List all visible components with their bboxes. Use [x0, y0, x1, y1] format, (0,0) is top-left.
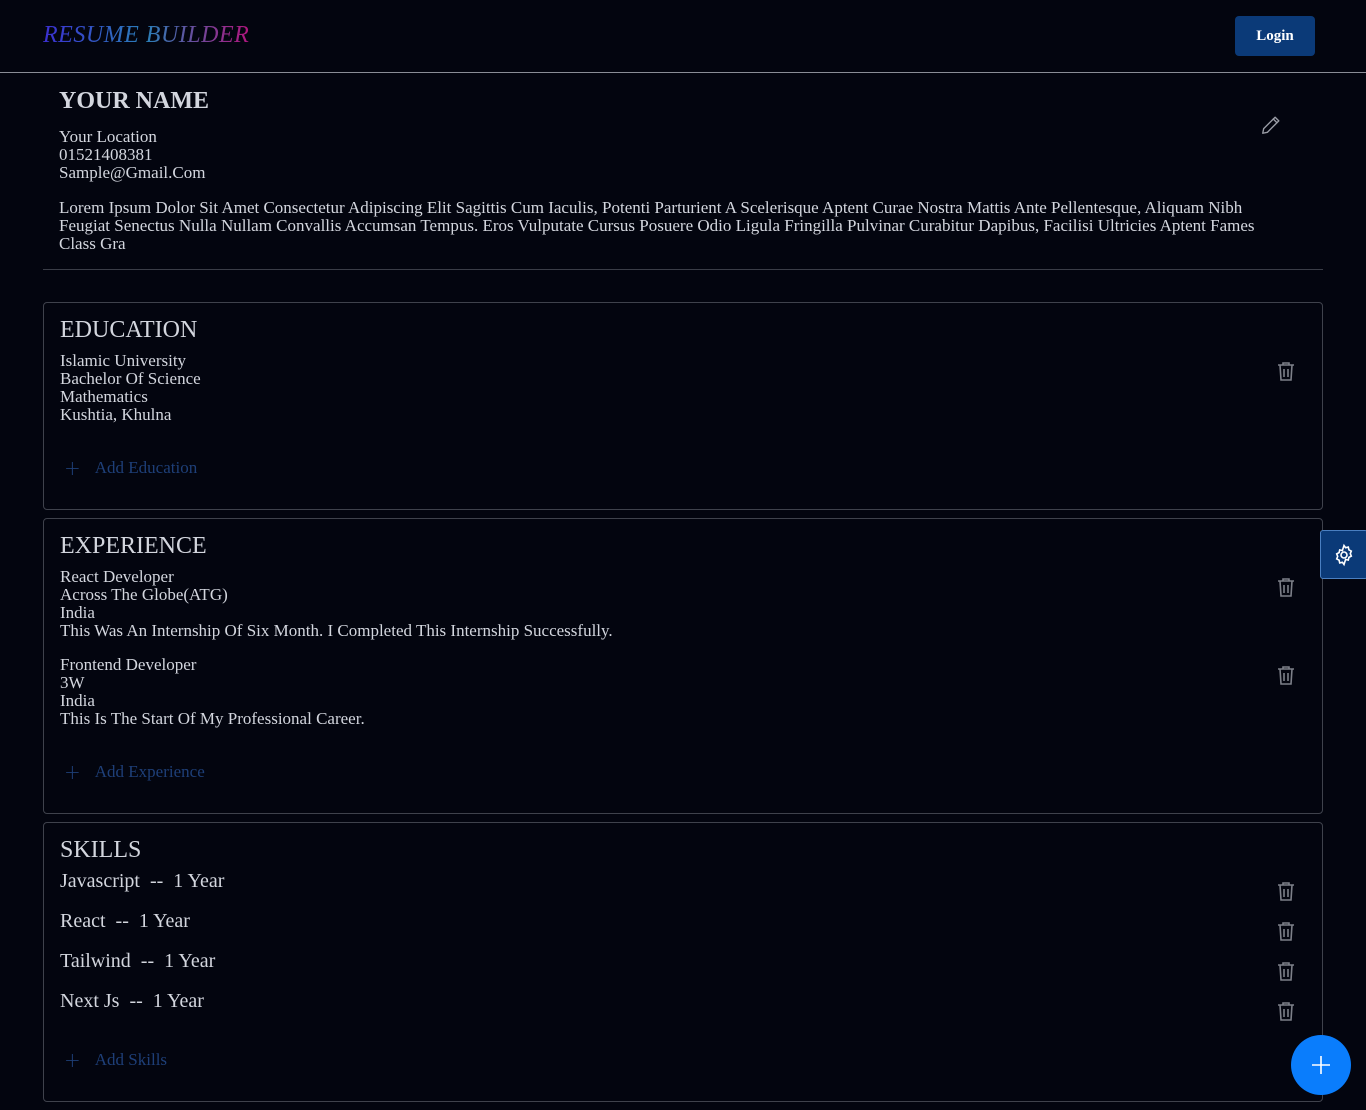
navbar: RESUME BUILDER Login — [0, 0, 1366, 73]
experience-company: Across The Globe(ATG) — [60, 585, 228, 604]
trash-icon[interactable] — [1277, 1001, 1295, 1021]
trash-icon[interactable] — [1277, 921, 1295, 941]
skill-item: Next Js -- 1 Year — [60, 990, 204, 1012]
experience-section: EXPERIENCE React Developer Across The Gl… — [43, 518, 1323, 814]
login-button[interactable]: Login — [1235, 16, 1315, 56]
trash-icon[interactable] — [1277, 361, 1295, 381]
experience-location: India — [60, 691, 95, 710]
add-education-label: Add Education — [94, 458, 198, 477]
profile-location: Your Location — [59, 127, 157, 146]
education-title: EDUCATION — [60, 317, 198, 343]
education-location: Kushtia, Khulna — [60, 405, 172, 424]
trash-icon[interactable] — [1277, 961, 1295, 981]
experience-entry: React Developer Across The Globe(ATG) In… — [60, 568, 613, 640]
trash-icon[interactable] — [1277, 577, 1295, 597]
experience-description: This Is The Start Of My Professional Car… — [60, 709, 365, 728]
plus-icon: + — [64, 760, 81, 784]
experience-role: Frontend Developer — [60, 655, 197, 674]
gear-icon — [1335, 543, 1353, 566]
experience-entry: Frontend Developer 3W India This Is The … — [60, 656, 365, 728]
add-skills-label: Add Skills — [94, 1050, 168, 1069]
plus-icon — [1312, 1056, 1330, 1074]
plus-icon: + — [64, 456, 81, 480]
profile-phone: 01521408381 — [59, 145, 153, 164]
trash-icon[interactable] — [1277, 881, 1295, 901]
experience-role: React Developer — [60, 567, 174, 586]
education-subject: Mathematics — [60, 387, 148, 406]
experience-company: 3W — [60, 673, 85, 692]
add-experience-label: Add Experience — [94, 762, 205, 781]
education-degree: Bachelor Of Science — [60, 369, 201, 388]
plus-icon: + — [64, 1048, 81, 1072]
brand-logo[interactable]: RESUME BUILDER — [43, 22, 249, 49]
add-experience-button[interactable]: + Add Experience — [64, 760, 205, 784]
profile-summary: Lorem Ipsum Dolor Sit Amet Consectetur A… — [59, 198, 1255, 253]
skills-title: SKILLS — [60, 837, 142, 863]
profile-header: YOUR NAME Your Location 01521408381 Samp… — [43, 86, 1323, 270]
pencil-icon[interactable] — [1260, 114, 1282, 136]
add-education-button[interactable]: + Add Education — [64, 456, 197, 480]
experience-title: EXPERIENCE — [60, 533, 207, 559]
education-section: EDUCATION Islamic University Bachelor Of… — [43, 302, 1323, 510]
trash-icon[interactable] — [1277, 665, 1295, 685]
skills-section: SKILLS Javascript -- 1 Year React -- 1 Y… — [43, 822, 1323, 1102]
skill-item: React -- 1 Year — [60, 910, 190, 932]
profile-email: Sample@Gmail.Com — [59, 163, 206, 182]
education-institution: Islamic University — [60, 351, 187, 370]
add-skills-button[interactable]: + Add Skills — [64, 1048, 167, 1072]
profile-name: YOUR NAME — [59, 88, 209, 114]
experience-description: This Was An Internship Of Six Month. I C… — [60, 621, 613, 640]
settings-button[interactable] — [1320, 530, 1366, 579]
education-entry: Islamic University Bachelor Of Science M… — [60, 352, 201, 424]
add-section-fab[interactable] — [1291, 1035, 1351, 1095]
experience-location: India — [60, 603, 95, 622]
skill-item: Javascript -- 1 Year — [60, 870, 225, 892]
skill-item: Tailwind -- 1 Year — [60, 950, 216, 972]
contact-info: Your Location 01521408381 Sample@Gmail.C… — [59, 128, 205, 182]
